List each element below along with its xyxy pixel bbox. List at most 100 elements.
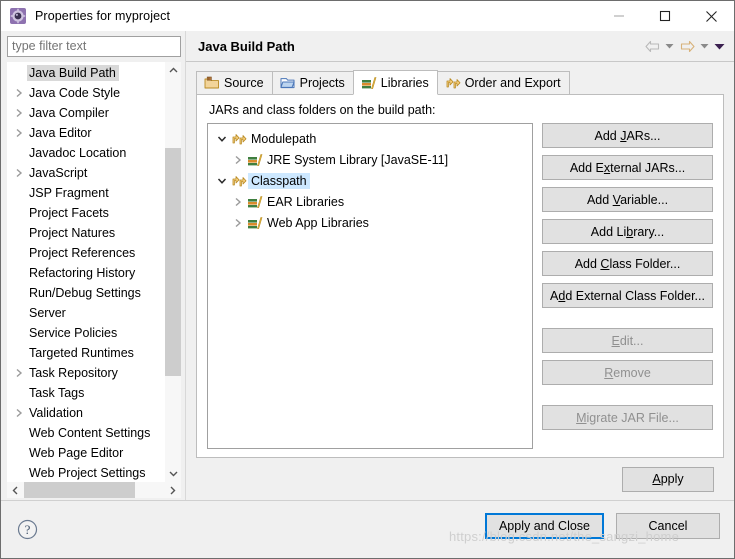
- sidebar-item-web-content-settings[interactable]: Web Content Settings: [7, 423, 165, 443]
- sidebar-item-java-editor[interactable]: Java Editor: [7, 123, 165, 143]
- sidebar-tree-list: Java Build Path Java Code Style Java Compi…: [7, 62, 165, 482]
- eclipse-properties-icon: [10, 8, 26, 24]
- chevron-right-icon[interactable]: [11, 408, 27, 418]
- chevron-right-icon[interactable]: [11, 168, 27, 178]
- cancel-button[interactable]: Cancel: [616, 513, 720, 539]
- build-path-tree-label: Web App Libraries: [267, 215, 369, 230]
- sidebar-item-targeted-runtimes[interactable]: Targeted Runtimes: [7, 343, 165, 363]
- sidebar-item-run-debug-settings[interactable]: Run/Debug Settings: [7, 283, 165, 303]
- footer-buttons: Apply and Close Cancel: [484, 513, 720, 539]
- remove-button: Remove: [542, 360, 713, 385]
- build-path-tree-row[interactable]: Classpath: [210, 170, 530, 191]
- sidebar-item-label: Java Code Style: [29, 85, 121, 100]
- chevron-down-icon[interactable]: [214, 177, 230, 185]
- forward-arrow-icon[interactable]: [678, 36, 696, 56]
- page-title: Java Build Path: [198, 38, 295, 54]
- scroll-down-icon[interactable]: [165, 465, 181, 482]
- sidebar-item-label: Web Page Editor: [29, 445, 124, 460]
- scroll-right-icon[interactable]: [164, 482, 181, 498]
- add-jars-button[interactable]: Add JARs...: [542, 123, 713, 148]
- build-path-tree-row[interactable]: EAR Libraries: [210, 191, 530, 212]
- back-arrow-icon[interactable]: [643, 36, 661, 56]
- chevron-right-icon[interactable]: [11, 108, 27, 118]
- build-path-tree-label: JRE System Library [JavaSE-11]: [267, 152, 449, 167]
- back-dropdown-chevron-down-icon[interactable]: [663, 36, 676, 56]
- sidebar-hscroll-track[interactable]: [24, 482, 164, 498]
- build-path-tree-label: Modulepath: [251, 131, 317, 146]
- forward-dropdown-chevron-down-icon[interactable]: [698, 36, 711, 56]
- sidebar-scroll-track[interactable]: [165, 79, 181, 465]
- view-menu-icon[interactable]: [713, 36, 726, 56]
- sidebar-item-java-build-path[interactable]: Java Build Path: [7, 63, 165, 83]
- sidebar-item-project-natures[interactable]: Project Natures: [7, 223, 165, 243]
- cancel-label: Cancel: [648, 519, 688, 533]
- build-path-tree-row[interactable]: Modulepath: [210, 128, 530, 149]
- sidebar-item-java-compiler[interactable]: Java Compiler: [7, 103, 165, 123]
- sidebar-item-label: Java Editor: [29, 125, 92, 140]
- tab-projects[interactable]: Projects: [271, 71, 354, 95]
- apply-button[interactable]: Apply: [622, 466, 714, 492]
- sidebar-item-project-facets[interactable]: Project Facets: [7, 203, 165, 223]
- sidebar-item-task-repository[interactable]: Task Repository: [7, 363, 165, 383]
- chevron-right-icon[interactable]: [11, 128, 27, 138]
- sidebar-item-validation[interactable]: Validation: [7, 403, 165, 423]
- sidebar-vertical-scrollbar[interactable]: [165, 61, 181, 482]
- sidebar-item-label: Task Tags: [29, 385, 85, 400]
- build-path-tree-row[interactable]: JRE System Library [JavaSE-11]: [210, 149, 530, 170]
- sidebar-item-label: Server: [29, 305, 66, 320]
- classpath-icon: [230, 173, 248, 189]
- button-label: Edit...: [611, 333, 644, 348]
- sidebar-item-refactoring-history[interactable]: Refactoring History: [7, 263, 165, 283]
- apply-row: Apply: [196, 458, 724, 500]
- sidebar-item-label: Javadoc Location: [29, 145, 127, 160]
- add-class-folder-button[interactable]: Add Class Folder...: [542, 251, 713, 276]
- sidebar-item-project-references[interactable]: Project References: [7, 243, 165, 263]
- button-label: Add Library...: [590, 224, 665, 239]
- sidebar-item-label: Task Repository: [29, 365, 118, 380]
- scroll-up-icon[interactable]: [165, 62, 181, 79]
- build-path-tree-row[interactable]: Web App Libraries: [210, 212, 530, 233]
- add-external-jars-button[interactable]: Add External JARs...: [542, 155, 713, 180]
- add-library-button[interactable]: Add Library...: [542, 219, 713, 244]
- minimize-button[interactable]: [596, 1, 642, 31]
- sidebar-item-label: Web Project Settings: [29, 465, 146, 480]
- filter-input[interactable]: [7, 36, 181, 57]
- sidebar-hscroll-thumb[interactable]: [24, 482, 135, 498]
- page-navigation: [643, 31, 726, 61]
- maximize-button[interactable]: [642, 1, 688, 31]
- button-label: Add Class Folder...: [574, 256, 681, 271]
- chevron-right-icon[interactable]: [11, 88, 27, 98]
- help-question-icon[interactable]: ?: [16, 519, 38, 541]
- page-header: Java Build Path: [186, 31, 734, 62]
- scroll-left-icon[interactable]: [7, 482, 24, 498]
- projects-folder-icon: [280, 75, 296, 91]
- sidebar-item-java-code-style[interactable]: Java Code Style: [7, 83, 165, 103]
- build-path-tree[interactable]: Modulepath JRE System Library [JavaSE-11]…: [207, 123, 533, 449]
- sidebar-item-service-policies[interactable]: Service Policies: [7, 323, 165, 343]
- tab-source[interactable]: Source: [196, 71, 273, 95]
- sidebar-item-web-page-editor[interactable]: Web Page Editor: [7, 443, 165, 463]
- tab-order-and-export[interactable]: Order and Export: [436, 71, 570, 95]
- sidebar-horizontal-scrollbar[interactable]: [7, 482, 181, 498]
- sidebar-scroll-thumb[interactable]: [165, 148, 181, 377]
- tab-libraries[interactable]: Libraries: [352, 70, 438, 95]
- sidebar-item-javadoc-location[interactable]: Javadoc Location: [7, 143, 165, 163]
- apply-and-close-button[interactable]: Apply and Close: [484, 513, 604, 539]
- chevron-right-icon[interactable]: [230, 197, 246, 207]
- sidebar-item-server[interactable]: Server: [7, 303, 165, 323]
- sidebar-item-javascript[interactable]: JavaScript: [7, 163, 165, 183]
- build-path-tabs: Source Projects Libraries Order and Export: [196, 70, 724, 95]
- chevron-right-icon[interactable]: [230, 218, 246, 228]
- properties-dialog: Properties for myproject Java Build Path…: [0, 0, 735, 559]
- add-variable-button[interactable]: Add Variable...: [542, 187, 713, 212]
- sidebar-item-jsp-fragment[interactable]: JSP Fragment: [7, 183, 165, 203]
- close-button[interactable]: [688, 1, 734, 31]
- button-label: Add Variable...: [586, 192, 669, 207]
- chevron-right-icon[interactable]: [230, 155, 246, 165]
- chevron-down-icon[interactable]: [214, 135, 230, 143]
- sidebar-item-task-tags[interactable]: Task Tags: [7, 383, 165, 403]
- add-external-class-folder-button[interactable]: Add External Class Folder...: [542, 283, 713, 308]
- chevron-right-icon[interactable]: [11, 368, 27, 378]
- sidebar-item-web-project-settings[interactable]: Web Project Settings: [7, 463, 165, 482]
- sidebar-item-label: Refactoring History: [29, 265, 136, 280]
